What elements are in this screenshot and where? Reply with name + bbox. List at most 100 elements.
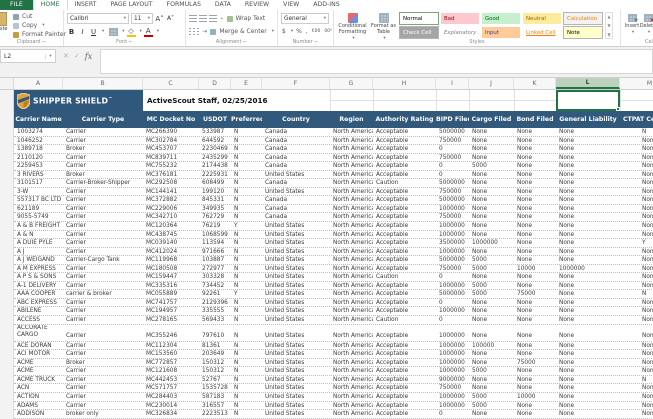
table-cell[interactable]: None	[514, 316, 556, 324]
table-cell[interactable]: 1068599	[199, 231, 231, 239]
table-cell[interactable]: Broker	[63, 171, 143, 179]
table-cell[interactable]: United States	[262, 231, 330, 239]
align-left-icon[interactable]	[189, 28, 191, 35]
table-cell[interactable]: None	[514, 342, 556, 350]
table-cell[interactable]: 203649	[199, 350, 231, 358]
header-cell-carrier-type[interactable]: Carrier Type	[63, 111, 143, 128]
table-cell[interactable]: None	[514, 256, 556, 264]
table-cell[interactable]: A J WEIGAND	[14, 256, 63, 264]
table-cell[interactable]: None	[469, 231, 514, 239]
table-cell[interactable]: N	[231, 179, 262, 187]
table-cell[interactable]: Carrier	[63, 188, 143, 196]
table-cell[interactable]: None	[514, 196, 556, 204]
table-cell[interactable]: N	[231, 137, 262, 145]
table-cell[interactable]: North America	[330, 367, 373, 375]
table-cell[interactable]: N	[231, 359, 262, 367]
column-letter-M[interactable]: M	[620, 78, 653, 89]
table-cell[interactable]: 2225931	[199, 171, 231, 179]
header-cell-authority-rating[interactable]: Authority Rating	[373, 111, 436, 128]
table-cell[interactable]: N	[231, 316, 262, 324]
copy-button[interactable]: Copy▾	[13, 21, 60, 30]
table-cell[interactable]: 0	[436, 273, 469, 281]
table-cell[interactable]: None	[556, 179, 620, 187]
table-cell[interactable]: None	[620, 213, 653, 221]
table-cell[interactable]: MC438745	[143, 231, 199, 239]
ribbon-tab-file[interactable]: FILE	[0, 0, 33, 10]
table-cell[interactable]: North America	[330, 128, 373, 136]
table-cell[interactable]: North America	[330, 350, 373, 358]
ribbon-tab-insert[interactable]: INSERT	[68, 0, 104, 10]
table-cell[interactable]: United States	[262, 359, 330, 367]
table-cell[interactable]: 1046252	[14, 137, 63, 145]
table-cell[interactable]: Carrier	[63, 350, 143, 358]
table-cell[interactable]: MC342710	[143, 213, 199, 221]
table-cell[interactable]: United States	[262, 248, 330, 256]
table-cell[interactable]: 3500000	[436, 239, 469, 247]
format-as-table-button[interactable]: Format as Table▾	[368, 12, 399, 42]
table-cell[interactable]: Carrier	[63, 248, 143, 256]
align-middle-icon[interactable]	[199, 15, 207, 22]
table-cell[interactable]: 81361	[199, 342, 231, 350]
table-cell[interactable]: MC266390	[143, 128, 199, 136]
table-cell[interactable]: United States	[262, 402, 330, 410]
header-cell-cargo-filed[interactable]: Cargo Filed	[469, 111, 514, 128]
table-cell[interactable]: None	[469, 171, 514, 179]
table-cell[interactable]: 1000000	[436, 367, 469, 375]
table-cell[interactable]: Carrier-Broker-Shipper	[63, 179, 143, 187]
table-cell[interactable]: N	[231, 213, 262, 221]
table-cell[interactable]: Acceptable	[373, 171, 436, 179]
table-cell[interactable]: None	[556, 393, 620, 401]
header-cell-usdot[interactable]: USDOT	[199, 111, 231, 128]
gallery-scroll-down-icon[interactable]: ▼	[607, 23, 610, 28]
ribbon-tab-data[interactable]: DATA	[208, 0, 238, 10]
table-cell[interactable]: N	[231, 171, 262, 179]
table-cell[interactable]: North America	[330, 256, 373, 264]
table-cell[interactable]: None	[620, 171, 653, 179]
table-cell[interactable]: None	[620, 342, 653, 350]
table-cell[interactable]: 1389718	[14, 145, 63, 153]
table-cell[interactable]: Canada	[262, 128, 330, 136]
table-cell[interactable]: None	[620, 367, 653, 375]
table-cell[interactable]: North America	[330, 145, 373, 153]
table-cell[interactable]: None	[514, 367, 556, 375]
table-cell[interactable]: N	[231, 145, 262, 153]
table-cell[interactable]: Carrier	[63, 128, 143, 136]
table-cell[interactable]: N	[231, 307, 262, 315]
table-cell[interactable]: Acceptable	[373, 282, 436, 290]
table-cell[interactable]: MC153560	[143, 350, 199, 358]
table-cell[interactable]: Canada	[262, 145, 330, 153]
ribbon-tab-view[interactable]: VIEW	[276, 0, 306, 10]
table-cell[interactable]: MC442453	[143, 376, 199, 384]
table-cell[interactable]: United States	[262, 299, 330, 307]
table-cell[interactable]: None	[556, 350, 620, 358]
table-cell[interactable]: 5000	[469, 256, 514, 264]
table-cell[interactable]: None	[514, 307, 556, 315]
cell-style-good[interactable]: Good	[481, 12, 521, 25]
table-cell[interactable]: None	[620, 307, 653, 315]
table-cell[interactable]: Acceptable	[373, 256, 436, 264]
table-cell[interactable]: None	[514, 213, 556, 221]
table-cell[interactable]: North America	[330, 307, 373, 315]
fill-color-icon[interactable]: ◇	[127, 27, 136, 37]
table-cell[interactable]: N	[231, 231, 262, 239]
table-cell[interactable]: North America	[330, 265, 373, 273]
table-cell[interactable]: 5000000	[436, 179, 469, 187]
table-cell[interactable]: None	[469, 188, 514, 196]
column-letter-K[interactable]: K	[514, 78, 556, 89]
table-cell[interactable]: United States	[262, 316, 330, 324]
table-cell[interactable]: Y	[620, 239, 653, 247]
table-cell[interactable]: N	[620, 128, 653, 136]
table-cell[interactable]: N	[231, 256, 262, 264]
table-cell[interactable]: United States	[262, 290, 330, 298]
table-cell[interactable]: 10000	[514, 265, 556, 273]
table-cell[interactable]: None	[620, 402, 653, 410]
table-cell[interactable]: None	[469, 316, 514, 324]
table-cell[interactable]: 587183	[199, 393, 231, 401]
table-cell[interactable]: MC772857	[143, 359, 199, 367]
table-cell[interactable]: Carrier	[63, 367, 143, 375]
table-cell[interactable]: 75000	[514, 290, 556, 298]
table-cell[interactable]: None	[620, 154, 653, 162]
table-cell[interactable]: Carrier	[63, 154, 143, 162]
column-letter-I[interactable]: I	[436, 78, 469, 89]
table-cell[interactable]: Canada	[262, 213, 330, 221]
